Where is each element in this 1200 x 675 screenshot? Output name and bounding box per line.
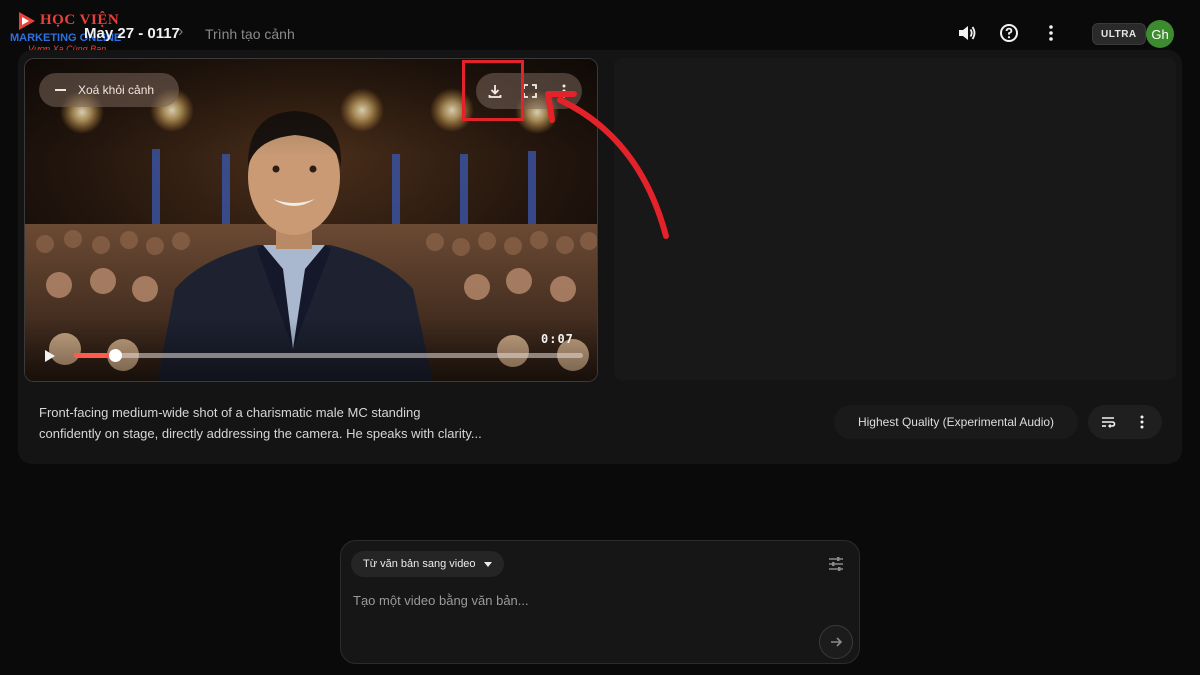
more-options-button[interactable] [1040,22,1062,44]
remove-from-scene-button[interactable]: Xoá khỏi cảnh [39,73,179,107]
video-timecode: 0:07 [541,332,574,346]
chevron-right-icon: › [178,23,184,40]
annotation-arrow-icon [545,91,669,239]
minus-icon [55,89,66,91]
video-progress-bar[interactable] [74,353,583,358]
remove-from-scene-label: Xoá khỏi cảnh [78,83,155,97]
prompt-list-button[interactable] [1090,405,1126,439]
play-logo-icon [19,12,35,30]
scene-actions [1088,405,1162,439]
more-vert-icon [1049,25,1053,41]
volume-icon [959,26,976,40]
avatar[interactable]: Gh [1146,20,1174,48]
scene-description-line-2: confidently on stage, directly addressin… [39,426,482,441]
video-progress-thumb[interactable] [108,349,122,362]
send-button[interactable] [819,625,853,659]
quality-setting[interactable]: Highest Quality (Experimental Audio) [834,405,1078,439]
scene-description-line-1: Front-facing medium-wide shot of a chari… [39,405,421,420]
prompt-composer: Từ văn bản sang video [340,540,860,664]
breadcrumb-project[interactable]: May 27 - 0117 [84,25,180,42]
breadcrumb-current: Trình tạo cảnh [205,26,295,42]
volume-button[interactable] [956,22,978,44]
help-button[interactable] [998,22,1020,44]
play-icon[interactable] [42,348,58,364]
arrow-right-icon [831,637,843,647]
prompt-input[interactable] [353,589,813,611]
scene-empty-area [614,58,1176,380]
help-icon [1000,24,1018,42]
prompt-list-icon [1102,417,1116,428]
generation-mode-select[interactable]: Từ văn bản sang video [351,551,504,577]
app-root: HỌC VIỆN MARKETING ONLINE Vươn Xa Cùng B… [0,0,1200,675]
tune-icon[interactable] [827,555,845,573]
plan-badge: ULTRA [1092,23,1146,45]
scene-description: Front-facing medium-wide shot of a chari… [39,402,559,444]
generation-mode-label: Từ văn bản sang video [363,558,476,570]
caret-down-icon [483,561,492,567]
download-highlight-box [462,60,524,121]
scene-more-button[interactable] [1124,405,1160,439]
more-vert-icon [1140,415,1144,429]
